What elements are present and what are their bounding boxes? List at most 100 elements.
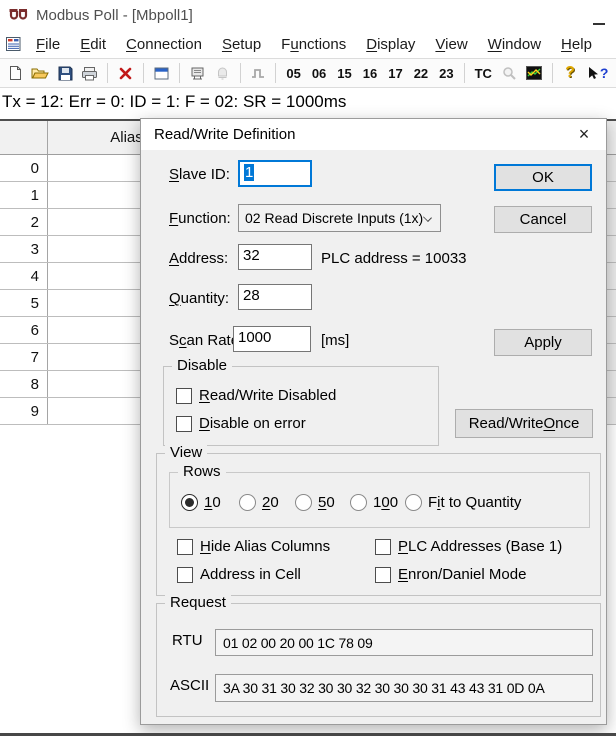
dialog-title: Read/Write Definition (154, 126, 295, 143)
menu-item-window[interactable]: Window (478, 33, 551, 56)
row-number: 0 (0, 155, 48, 181)
read-write-once-button[interactable]: Read/Write Once (455, 409, 593, 438)
radio-icon (239, 494, 256, 511)
enron-daniel-mode-label: Enron/Daniel Mode (398, 566, 526, 583)
delete-button[interactable] (114, 61, 137, 85)
plc-addresses-label: PLC Addresses (Base 1) (398, 538, 562, 555)
chevron-down-icon (423, 213, 432, 222)
ms-unit-text: [ms] (321, 332, 349, 349)
menu-item-file[interactable]: File (26, 33, 70, 56)
help-button[interactable]: ? (559, 61, 582, 85)
toolbar-separator (107, 63, 108, 83)
plc-addresses-checkbox[interactable]: PLC Addresses (Base 1) (375, 538, 562, 555)
view-group-legend: View (165, 444, 207, 461)
row-number: 4 (0, 263, 48, 289)
toolbar: 05 0615 1617 2223 TC ? ? (0, 58, 616, 88)
new-file-button[interactable] (4, 61, 27, 85)
new-file-icon (8, 65, 23, 81)
grid-corner-cell (0, 121, 48, 154)
function-15-button[interactable]: 15 (333, 66, 355, 81)
toolbar-separator (179, 63, 180, 83)
ok-button[interactable]: OK (494, 164, 592, 191)
address-input[interactable]: 32 (238, 244, 312, 270)
alarm-button[interactable] (211, 61, 234, 85)
dialog-close-button[interactable]: × (568, 122, 600, 147)
function-05-button[interactable]: 05 (282, 66, 304, 81)
menu-item-connection[interactable]: Connection (116, 33, 212, 56)
toolbar-separator (143, 63, 144, 83)
rows-10-label: 10 (204, 494, 221, 511)
scan-rate-input[interactable]: 1000 (233, 326, 311, 352)
checkbox-icon (375, 567, 391, 583)
print-button[interactable] (79, 61, 102, 85)
cancel-button[interactable]: Cancel (494, 206, 592, 233)
radio-icon (350, 494, 367, 511)
zoom-button[interactable] (498, 61, 521, 85)
rows-10-radio[interactable]: 10 (181, 494, 221, 511)
rows-100-radio[interactable]: 100 (350, 494, 398, 511)
row-number: 5 (0, 290, 48, 316)
function-label: Function: (169, 210, 231, 227)
rows-20-label: 20 (262, 494, 279, 511)
menu-bar: File Edit Connection Setup Functions Dis… (0, 30, 616, 58)
open-file-button[interactable] (29, 61, 52, 85)
menu-item-functions[interactable]: Functions (271, 33, 356, 56)
rows-group-legend: Rows (178, 463, 226, 480)
context-help-button[interactable]: ? (583, 61, 612, 85)
toolbar-separator (275, 63, 276, 83)
function-selected-value: 02 Read Discrete Inputs (1x) (245, 210, 423, 226)
window-title: Modbus Poll - [Mbpoll1] (36, 7, 193, 24)
chart-button[interactable] (523, 61, 546, 85)
poll-definition-icon (190, 66, 205, 80)
context-help-icon (587, 66, 599, 81)
read-write-disabled-checkbox[interactable]: Read/Write Disabled (176, 387, 336, 404)
poll-definition-button[interactable] (186, 61, 209, 85)
ascii-value-field: 3A 30 31 30 32 30 30 32 30 30 30 31 43 4… (215, 674, 593, 702)
hide-alias-columns-checkbox[interactable]: Hide Alias Columns (177, 538, 330, 555)
save-button[interactable] (54, 61, 77, 85)
dialog-titlebar[interactable]: Read/Write Definition × (141, 119, 606, 150)
fit-to-quantity-radio[interactable]: Fit to Quantity (405, 494, 521, 511)
fit-to-quantity-label: Fit to Quantity (428, 494, 521, 511)
function-23-button[interactable]: 23 (435, 66, 457, 81)
tc-button[interactable]: TC (471, 66, 496, 81)
minimize-button[interactable] (586, 11, 612, 25)
display-setup-button[interactable] (150, 61, 173, 85)
minimize-icon (593, 23, 605, 25)
print-icon (81, 66, 98, 81)
address-in-cell-label: Address in Cell (200, 566, 301, 583)
quantity-label: Quantity: (169, 290, 229, 307)
menu-item-help[interactable]: Help (551, 33, 602, 56)
pulse-icon (251, 67, 265, 79)
row-number: 7 (0, 344, 48, 370)
disable-group: Disable Read/Write Disabled Disable on e… (163, 366, 439, 446)
title-bar[interactable]: Modbus Poll - [Mbpoll1] (0, 0, 616, 30)
function-select[interactable]: 02 Read Discrete Inputs (1x) (238, 204, 441, 232)
status-line: Tx = 12: Err = 0: ID = 1: F = 02: SR = 1… (0, 88, 616, 119)
quantity-input[interactable]: 28 (238, 284, 312, 310)
menu-item-display[interactable]: Display (356, 33, 425, 56)
radio-icon (181, 494, 198, 511)
disable-on-error-checkbox[interactable]: Disable on error (176, 415, 306, 432)
slave-id-label: Slave ID: (169, 166, 230, 183)
app-icon (8, 8, 28, 23)
menu-item-edit[interactable]: Edit (70, 33, 116, 56)
save-icon (58, 66, 73, 81)
function-06-button[interactable]: 06 (308, 66, 330, 81)
zoom-icon (502, 66, 516, 80)
menu-item-view[interactable]: View (425, 33, 477, 56)
rows-50-radio[interactable]: 50 (295, 494, 335, 511)
function-22-button[interactable]: 22 (410, 66, 432, 81)
enron-daniel-mode-checkbox[interactable]: Enron/Daniel Mode (375, 566, 526, 583)
menu-item-setup[interactable]: Setup (212, 33, 271, 56)
slave-id-input[interactable]: 1 (238, 160, 312, 187)
toolbar-separator (240, 63, 241, 83)
rows-100-label: 100 (373, 494, 398, 511)
apply-button[interactable]: Apply (494, 329, 592, 356)
function-16-button[interactable]: 16 (359, 66, 381, 81)
document-icon[interactable] (5, 36, 22, 52)
pulse-button[interactable] (247, 61, 270, 85)
address-in-cell-checkbox[interactable]: Address in Cell (177, 566, 301, 583)
function-17-button[interactable]: 17 (384, 66, 406, 81)
rows-20-radio[interactable]: 20 (239, 494, 279, 511)
